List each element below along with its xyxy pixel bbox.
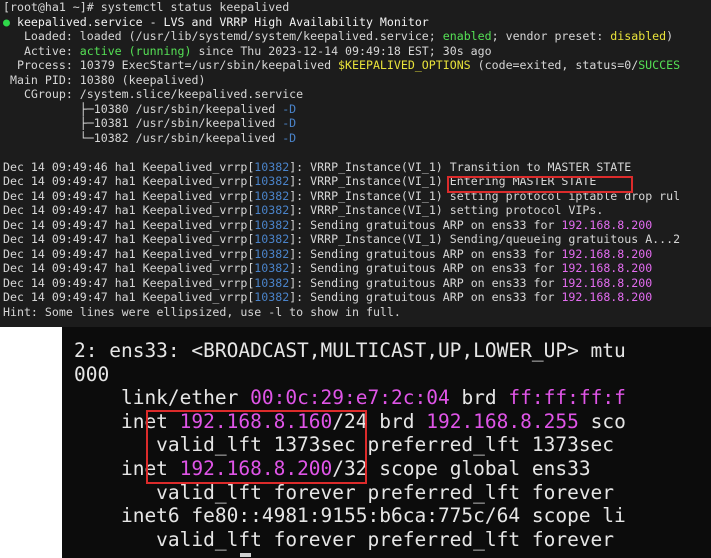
log-line: Dec 14 09:49:47 ha1 Keepalived_vrrp[1038… bbox=[3, 246, 653, 261]
active-line: Active: active (running) since Thu 2023-… bbox=[3, 43, 492, 58]
log-line: Dec 14 09:49:47 ha1 Keepalived_vrrp[1038… bbox=[3, 203, 604, 217]
cgroup-line: CGroup: /system.slice/keepalived.service bbox=[3, 87, 304, 101]
log-line: Dec 14 09:49:46 ha1 Keepalived_vrrp[1038… bbox=[3, 159, 632, 174]
process-tree-item: └─10382 /usr/sbin/keepalived -D bbox=[3, 130, 297, 145]
highlight-entering-master bbox=[447, 176, 633, 193]
log-line: Dec 14 09:49:47 ha1 Keepalived_vrrp[1038… bbox=[3, 275, 653, 290]
active-dot-icon: ● bbox=[3, 14, 10, 29]
process-tree-item: ├─10380 /usr/sbin/keepalived -D bbox=[3, 101, 297, 116]
link-ether-line: link/ether 00:0c:29:e7:2c:04 brd ff:ff:f… bbox=[74, 386, 626, 410]
interface-header: 2: ens33: <BROADCAST,MULTICAST,UP,LOWER_… bbox=[74, 339, 626, 362]
main-pid-line: Main PID: 10380 (keepalived) bbox=[3, 72, 206, 87]
inet6-line: inet6 fe80::4981:9155:b6ca:775c/64 scope… bbox=[74, 504, 626, 528]
log-line: Dec 14 09:49:47 ha1 Keepalived_vrrp[1038… bbox=[3, 261, 653, 275]
mtu-continuation: 000 bbox=[74, 362, 110, 386]
log-line: Dec 14 09:49:47 ha1 Keepalived_vrrp[1038… bbox=[3, 232, 681, 246]
shell-prompt: [root@ha1 ~]# systemctl status keepalive… bbox=[3, 0, 290, 14]
hint-line: Hint: Some lines were ellipsized, use -l… bbox=[3, 304, 401, 319]
terminal-cursor bbox=[240, 553, 251, 557]
process-tree-item: ├─10381 /usr/sbin/keepalived -D bbox=[3, 116, 297, 130]
systemctl-status-terminal[interactable]: [root@ha1 ~]# systemctl status keepalive… bbox=[0, 0, 711, 327]
valid-lft-forever-line: valid_lft forever preferred_lft forever bbox=[74, 480, 615, 504]
valid-lft-forever-line-2: valid_lft forever preferred_lft forever bbox=[74, 527, 615, 551]
log-line: Dec 14 09:49:47 ha1 Keepalived_vrrp[1038… bbox=[3, 290, 653, 304]
loaded-line: Loaded: loaded (/usr/lib/systemd/system/… bbox=[3, 29, 674, 43]
unit-title: keepalived.service - LVS and VRRP High A… bbox=[16, 14, 429, 29]
highlight-vip-addresses bbox=[146, 410, 367, 484]
process-line: Process: 10379 ExecStart=/usr/sbin/keepa… bbox=[3, 58, 681, 72]
log-line: Dec 14 09:49:47 ha1 Keepalived_vrrp[1038… bbox=[3, 217, 653, 232]
